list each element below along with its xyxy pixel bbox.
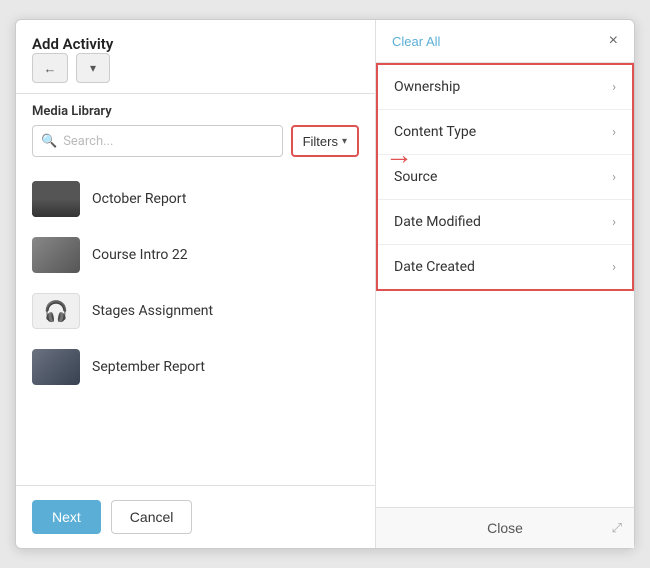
media-item-name: October Report bbox=[92, 191, 186, 207]
section-label: Media Library bbox=[16, 94, 375, 125]
media-item-name: Stages Assignment bbox=[92, 303, 213, 319]
thumbnail bbox=[32, 349, 80, 385]
right-close-button[interactable]: × bbox=[609, 32, 618, 50]
left-header: Add Activity ← ▾ bbox=[16, 20, 375, 94]
left-panel: Add Activity ← ▾ Media Library 🔍 Search.… bbox=[16, 20, 376, 548]
chevron-down-icon: ▾ bbox=[90, 61, 96, 75]
filter-label: Date Modified bbox=[394, 214, 481, 230]
right-header: Clear All × bbox=[376, 20, 634, 63]
chevron-right-icon: › bbox=[612, 80, 616, 95]
filter-item-content-type[interactable]: Content Type › bbox=[378, 110, 632, 155]
right-panel: Clear All × Ownership › Content Type › S… bbox=[376, 20, 634, 548]
dropdown-button[interactable]: ▾ bbox=[76, 53, 110, 83]
cancel-button[interactable]: Cancel bbox=[111, 500, 193, 534]
next-button[interactable]: Next bbox=[32, 500, 101, 534]
toolbar-row: ← ▾ bbox=[32, 53, 359, 83]
chevron-right-icon: › bbox=[612, 125, 616, 140]
audio-icon: 🎧 bbox=[44, 299, 69, 323]
modal-title: Add Activity bbox=[32, 35, 113, 53]
clear-all-button[interactable]: Clear All bbox=[392, 34, 440, 49]
filters-label: Filters bbox=[303, 134, 338, 149]
list-item[interactable]: September Report bbox=[16, 339, 375, 395]
footer-buttons: Next Cancel bbox=[16, 485, 375, 548]
filter-item-source[interactable]: Source › bbox=[378, 155, 632, 200]
filter-label: Ownership bbox=[394, 79, 460, 95]
filters-chevron-icon: ▾ bbox=[342, 136, 347, 147]
list-item[interactable]: October Report bbox=[16, 171, 375, 227]
right-footer: Close ⤢ bbox=[376, 507, 634, 548]
modal-container: Add Activity ← ▾ Media Library 🔍 Search.… bbox=[15, 19, 635, 549]
chevron-right-icon: › bbox=[612, 215, 616, 230]
list-item[interactable]: Course Intro 22 bbox=[16, 227, 375, 283]
close-button[interactable]: Close bbox=[487, 520, 523, 536]
search-icon: 🔍 bbox=[41, 134, 57, 149]
filter-label: Source bbox=[394, 169, 437, 185]
filter-label: Date Created bbox=[394, 259, 475, 275]
media-item-name: September Report bbox=[92, 359, 205, 375]
search-box[interactable]: 🔍 Search... bbox=[32, 125, 283, 157]
search-row: 🔍 Search... Filters ▾ bbox=[16, 125, 375, 167]
thumbnail: 🎧 bbox=[32, 293, 80, 329]
list-item[interactable]: 🎧 Stages Assignment bbox=[16, 283, 375, 339]
thumbnail bbox=[32, 181, 80, 217]
filter-item-ownership[interactable]: Ownership › bbox=[378, 65, 632, 110]
arrow-icon: → bbox=[385, 138, 413, 171]
media-list: October Report Course Intro 22 🎧 Stages … bbox=[16, 167, 375, 485]
filter-item-date-created[interactable]: Date Created › bbox=[378, 245, 632, 289]
search-placeholder: Search... bbox=[63, 134, 113, 149]
back-button[interactable]: ← bbox=[32, 53, 68, 83]
expand-icon: ⤢ bbox=[612, 521, 622, 536]
back-icon: ← bbox=[44, 61, 57, 76]
filter-item-date-modified[interactable]: Date Modified › bbox=[378, 200, 632, 245]
media-item-name: Course Intro 22 bbox=[92, 247, 188, 263]
filter-list: Ownership › Content Type › Source › Date… bbox=[376, 63, 634, 291]
arrow-indicator: → bbox=[385, 138, 413, 171]
chevron-right-icon: › bbox=[612, 170, 616, 185]
thumbnail bbox=[32, 237, 80, 273]
chevron-right-icon: › bbox=[612, 260, 616, 275]
filters-button[interactable]: Filters ▾ bbox=[291, 125, 359, 157]
